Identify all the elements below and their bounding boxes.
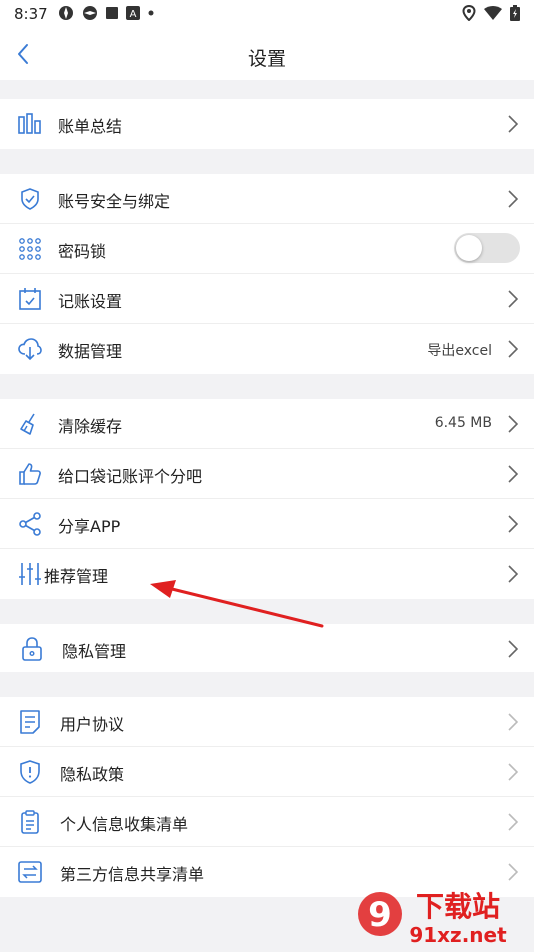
row-account-security[interactable]: 账号安全与绑定 xyxy=(0,174,534,224)
shield-info-icon xyxy=(20,760,40,784)
chevron-right-icon xyxy=(508,565,518,583)
chevron-right-icon xyxy=(508,115,518,133)
row-rate-app[interactable]: 给口袋记账评个分吧 xyxy=(0,449,534,499)
row-label: 用户协议 xyxy=(60,715,125,734)
status-time: 8:37 xyxy=(14,5,48,23)
row-label: 给口袋记账评个分吧 xyxy=(58,467,203,486)
watermark-url: 91xz.net xyxy=(409,923,507,947)
bar-chart-icon xyxy=(18,113,41,134)
cache-size-value: 6.45 MB xyxy=(434,415,492,431)
row-bookkeeping-settings[interactable]: 记账设置 xyxy=(0,274,534,324)
calendar-check-icon xyxy=(19,288,41,310)
app-notification-icon xyxy=(59,6,73,20)
password-lock-toggle[interactable] xyxy=(454,233,520,263)
dot-icon xyxy=(148,10,154,16)
sliders-icon xyxy=(19,563,41,585)
row-clear-cache[interactable]: 清除缓存 6.45 MB xyxy=(0,399,534,449)
font-icon: A xyxy=(126,6,140,20)
stop-icon xyxy=(106,7,118,19)
chevron-right-icon xyxy=(508,515,518,533)
group-privacy: 隐私管理 xyxy=(0,624,534,672)
watermark-text: 下载站 xyxy=(416,890,500,923)
chevron-right-icon xyxy=(508,340,518,358)
chevron-right-icon xyxy=(508,713,518,731)
thumbs-up-icon xyxy=(19,463,41,485)
notification-icons: A xyxy=(58,5,154,21)
cloud-download-icon xyxy=(18,338,42,361)
row-label: 隐私政策 xyxy=(60,765,125,784)
toggle-knob xyxy=(456,235,482,261)
chevron-right-icon xyxy=(508,863,518,881)
group-app: 清除缓存 6.45 MB 给口袋记账评个分吧 分享APP 推荐管理 xyxy=(0,399,534,599)
chevron-right-icon xyxy=(508,813,518,831)
row-label: 第三方信息共享清单 xyxy=(60,865,205,884)
broom-icon xyxy=(20,413,35,435)
group-summary: 账单总结 xyxy=(0,99,534,149)
row-label: 隐私管理 xyxy=(62,642,127,661)
watermark-graphic: 9 下载站 91xz.net xyxy=(358,890,507,947)
status-bar: 8:37 A xyxy=(0,0,534,28)
row-privacy-management[interactable]: 隐私管理 xyxy=(0,624,534,672)
chevron-right-icon xyxy=(508,465,518,483)
row-share-app[interactable]: 分享APP xyxy=(0,499,534,549)
share-icon xyxy=(19,512,41,536)
row-label: 密码锁 xyxy=(58,242,107,261)
row-privacy-policy[interactable]: 隐私政策 xyxy=(0,747,534,797)
row-user-agreement[interactable]: 用户协议 xyxy=(0,697,534,747)
battery-icon xyxy=(510,5,520,21)
group-legal: 用户协议 隐私政策 个人信息收集清单 第三方信息共享清单 xyxy=(0,697,534,897)
row-label: 清除缓存 xyxy=(58,417,123,436)
row-data-management[interactable]: 数据管理 导出excel xyxy=(0,324,534,374)
wifi-icon xyxy=(484,6,502,20)
row-label: 推荐管理 xyxy=(44,567,109,586)
row-personal-info-list[interactable]: 个人信息收集清单 xyxy=(0,797,534,847)
title-bar: 设置 xyxy=(0,28,534,80)
exchange-icon xyxy=(18,861,42,883)
clipboard-icon xyxy=(21,810,39,834)
chevron-right-icon xyxy=(508,640,518,658)
row-recommendation-management[interactable]: 推荐管理 xyxy=(0,549,534,599)
system-icons xyxy=(462,5,520,21)
lock-icon xyxy=(22,637,42,661)
row-label: 分享APP xyxy=(58,517,121,536)
chevron-right-icon xyxy=(508,290,518,308)
row-label: 账号安全与绑定 xyxy=(58,192,171,211)
chevron-right-icon xyxy=(508,763,518,781)
row-bill-summary[interactable]: 账单总结 xyxy=(0,99,534,149)
document-icon xyxy=(20,710,40,734)
row-password-lock: 密码锁 xyxy=(0,224,534,274)
row-label: 个人信息收集清单 xyxy=(60,815,189,834)
page-title: 设置 xyxy=(247,48,286,70)
svg-text:A: A xyxy=(130,9,137,20)
location-icon xyxy=(462,5,476,21)
app-notification-icon xyxy=(83,6,97,20)
row-label: 记账设置 xyxy=(58,292,123,311)
chevron-right-icon xyxy=(508,190,518,208)
watermark-logo: 9 下载站 91xz.net xyxy=(354,886,530,948)
shield-check-icon xyxy=(21,188,39,210)
export-excel-value: 导出excel xyxy=(427,343,492,359)
row-label: 账单总结 xyxy=(58,117,123,136)
row-label: 数据管理 xyxy=(58,342,123,361)
watermark-number: 9 xyxy=(368,895,392,935)
keypad-icon xyxy=(19,238,41,260)
chevron-right-icon xyxy=(508,415,518,433)
group-account: 账号安全与绑定 密码锁 记账设置 数据管理 导出excel xyxy=(0,174,534,374)
